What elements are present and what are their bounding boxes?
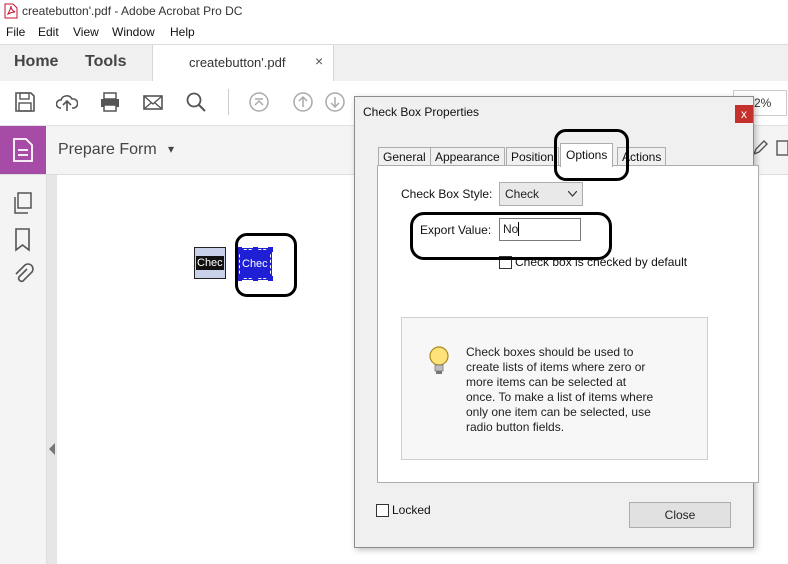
lightbulb-icon bbox=[429, 346, 449, 374]
locked-checkbox[interactable] bbox=[376, 504, 389, 517]
tab-bar: Home Tools createbutton'.pdf × bbox=[0, 44, 788, 82]
cloud-upload-icon[interactable] bbox=[56, 91, 78, 113]
toolbar-divider bbox=[228, 89, 229, 115]
chevron-down-icon bbox=[568, 191, 577, 197]
checkbox-field-1[interactable]: Chec bbox=[194, 247, 226, 279]
zoom-value: 2% bbox=[754, 96, 772, 110]
dialog-title: Check Box Properties bbox=[363, 105, 480, 119]
tab-options[interactable]: Options bbox=[560, 143, 614, 167]
document-tab-label: createbutton'.pdf bbox=[189, 55, 286, 70]
tab-tools[interactable]: Tools bbox=[85, 53, 126, 71]
info-text-line: once. To make a list of items where bbox=[466, 390, 654, 404]
tab-position[interactable]: Position bbox=[506, 147, 559, 166]
next-page-icon[interactable] bbox=[324, 91, 346, 113]
form-document-icon bbox=[13, 138, 33, 162]
window-title: createbutton'.pdf - Adobe Acrobat Pro DC bbox=[22, 4, 243, 18]
prepare-form-label[interactable]: Prepare Form bbox=[58, 141, 157, 159]
email-icon[interactable] bbox=[142, 91, 164, 113]
print-icon[interactable] bbox=[99, 91, 121, 113]
prepare-form-tool-icon[interactable] bbox=[0, 126, 46, 174]
checkbox-field-1-label: Chec bbox=[197, 257, 223, 269]
tab-home[interactable]: Home bbox=[14, 53, 58, 71]
document-tab[interactable]: createbutton'.pdf × bbox=[152, 45, 334, 82]
dialog-close-icon[interactable]: x bbox=[735, 105, 753, 123]
prepare-form-dropdown-icon[interactable]: ▾ bbox=[168, 142, 174, 156]
bookmark-icon[interactable] bbox=[14, 228, 32, 252]
check-box-properties-dialog: Check Box Properties x General Appearanc… bbox=[354, 96, 759, 548]
collapse-left-icon[interactable] bbox=[48, 443, 56, 455]
menu-view[interactable]: View bbox=[73, 25, 99, 39]
checkbox-style-select[interactable]: Check bbox=[499, 182, 583, 206]
info-box: Check boxes should be used to create lis… bbox=[401, 317, 708, 460]
close-button[interactable]: Close bbox=[629, 502, 731, 528]
info-text-line: only one item can be selected, use bbox=[466, 405, 651, 419]
menu-window[interactable]: Window bbox=[112, 25, 155, 39]
pdf-file-icon bbox=[4, 3, 18, 19]
locked-label: Locked bbox=[392, 503, 431, 517]
menu-file[interactable]: File bbox=[6, 25, 25, 39]
page-thumbnails-icon[interactable] bbox=[12, 192, 34, 214]
search-icon[interactable] bbox=[185, 91, 207, 113]
collapse-panel-strip[interactable] bbox=[47, 175, 57, 564]
left-navigation-rail bbox=[0, 175, 47, 564]
document-tab-close-icon[interactable]: × bbox=[315, 53, 323, 69]
info-text-line: more items can be selected at bbox=[466, 375, 627, 389]
info-text: Check boxes should be used to create lis… bbox=[466, 345, 696, 435]
tab-appearance[interactable]: Appearance bbox=[430, 147, 505, 166]
menu-help[interactable]: Help bbox=[170, 25, 195, 39]
checkbox-style-value: Check bbox=[505, 187, 540, 201]
info-text-line: create lists of items where zero or bbox=[466, 360, 646, 374]
previous-page-icon[interactable] bbox=[292, 91, 314, 113]
menu-bar: File Edit View Window Help bbox=[0, 24, 788, 44]
info-text-line: radio button fields. bbox=[466, 420, 565, 434]
export-value-annotation bbox=[410, 212, 612, 260]
checkbox-style-label: Check Box Style: bbox=[401, 187, 493, 201]
highlight-annotation bbox=[235, 233, 297, 297]
save-icon[interactable] bbox=[14, 91, 36, 113]
edit-pen-icon[interactable] bbox=[752, 139, 768, 157]
menu-edit[interactable]: Edit bbox=[38, 25, 59, 39]
attachment-icon[interactable] bbox=[12, 263, 34, 287]
info-text-line: Check boxes should be used to bbox=[466, 345, 634, 359]
more-tools-icon[interactable] bbox=[776, 139, 788, 157]
first-page-icon[interactable] bbox=[248, 91, 270, 113]
title-bar: createbutton'.pdf - Adobe Acrobat Pro DC bbox=[0, 0, 788, 24]
tab-general[interactable]: General bbox=[378, 147, 431, 166]
